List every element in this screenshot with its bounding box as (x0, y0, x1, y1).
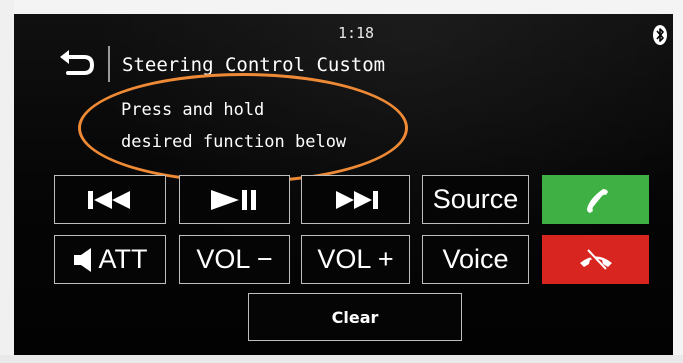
source-label: Source (432, 184, 519, 214)
voice-button[interactable]: Voice (422, 235, 529, 284)
bezel-bottom (0, 355, 683, 363)
next-track-button[interactable] (301, 175, 410, 224)
phone-icon (586, 188, 608, 213)
skip-forward-icon (335, 190, 378, 209)
call-reject-button[interactable] (542, 235, 649, 284)
voice-label: Voice (442, 244, 509, 274)
speaker-icon (73, 247, 91, 272)
volume-down-label: VOL − (196, 244, 273, 274)
clear-button[interactable]: Clear (248, 293, 462, 341)
play-pause-icon (210, 189, 256, 210)
hang-up-icon (579, 248, 612, 271)
volume-up-button[interactable]: VOL + (301, 235, 410, 284)
source-button[interactable]: Source (422, 175, 529, 224)
back-button[interactable] (56, 48, 96, 80)
skip-back-icon (88, 190, 130, 209)
back-arrow-icon (60, 50, 95, 75)
att-label: ATT (98, 244, 148, 274)
bezel-right (673, 0, 683, 363)
bezel-top (0, 0, 683, 14)
call-accept-button[interactable] (542, 175, 649, 224)
bluetooth-icon (652, 24, 668, 46)
previous-track-button[interactable] (54, 175, 166, 224)
clear-label: Clear (331, 307, 379, 327)
volume-down-button[interactable]: VOL − (179, 235, 290, 284)
volume-up-label: VOL + (317, 244, 394, 274)
play-pause-button[interactable] (179, 175, 290, 224)
clock: 1:18 (337, 24, 375, 42)
title-divider (108, 46, 110, 82)
att-button[interactable]: ATT (54, 235, 166, 284)
bezel-left (0, 0, 14, 363)
highlight-ring-annotation (78, 73, 408, 183)
